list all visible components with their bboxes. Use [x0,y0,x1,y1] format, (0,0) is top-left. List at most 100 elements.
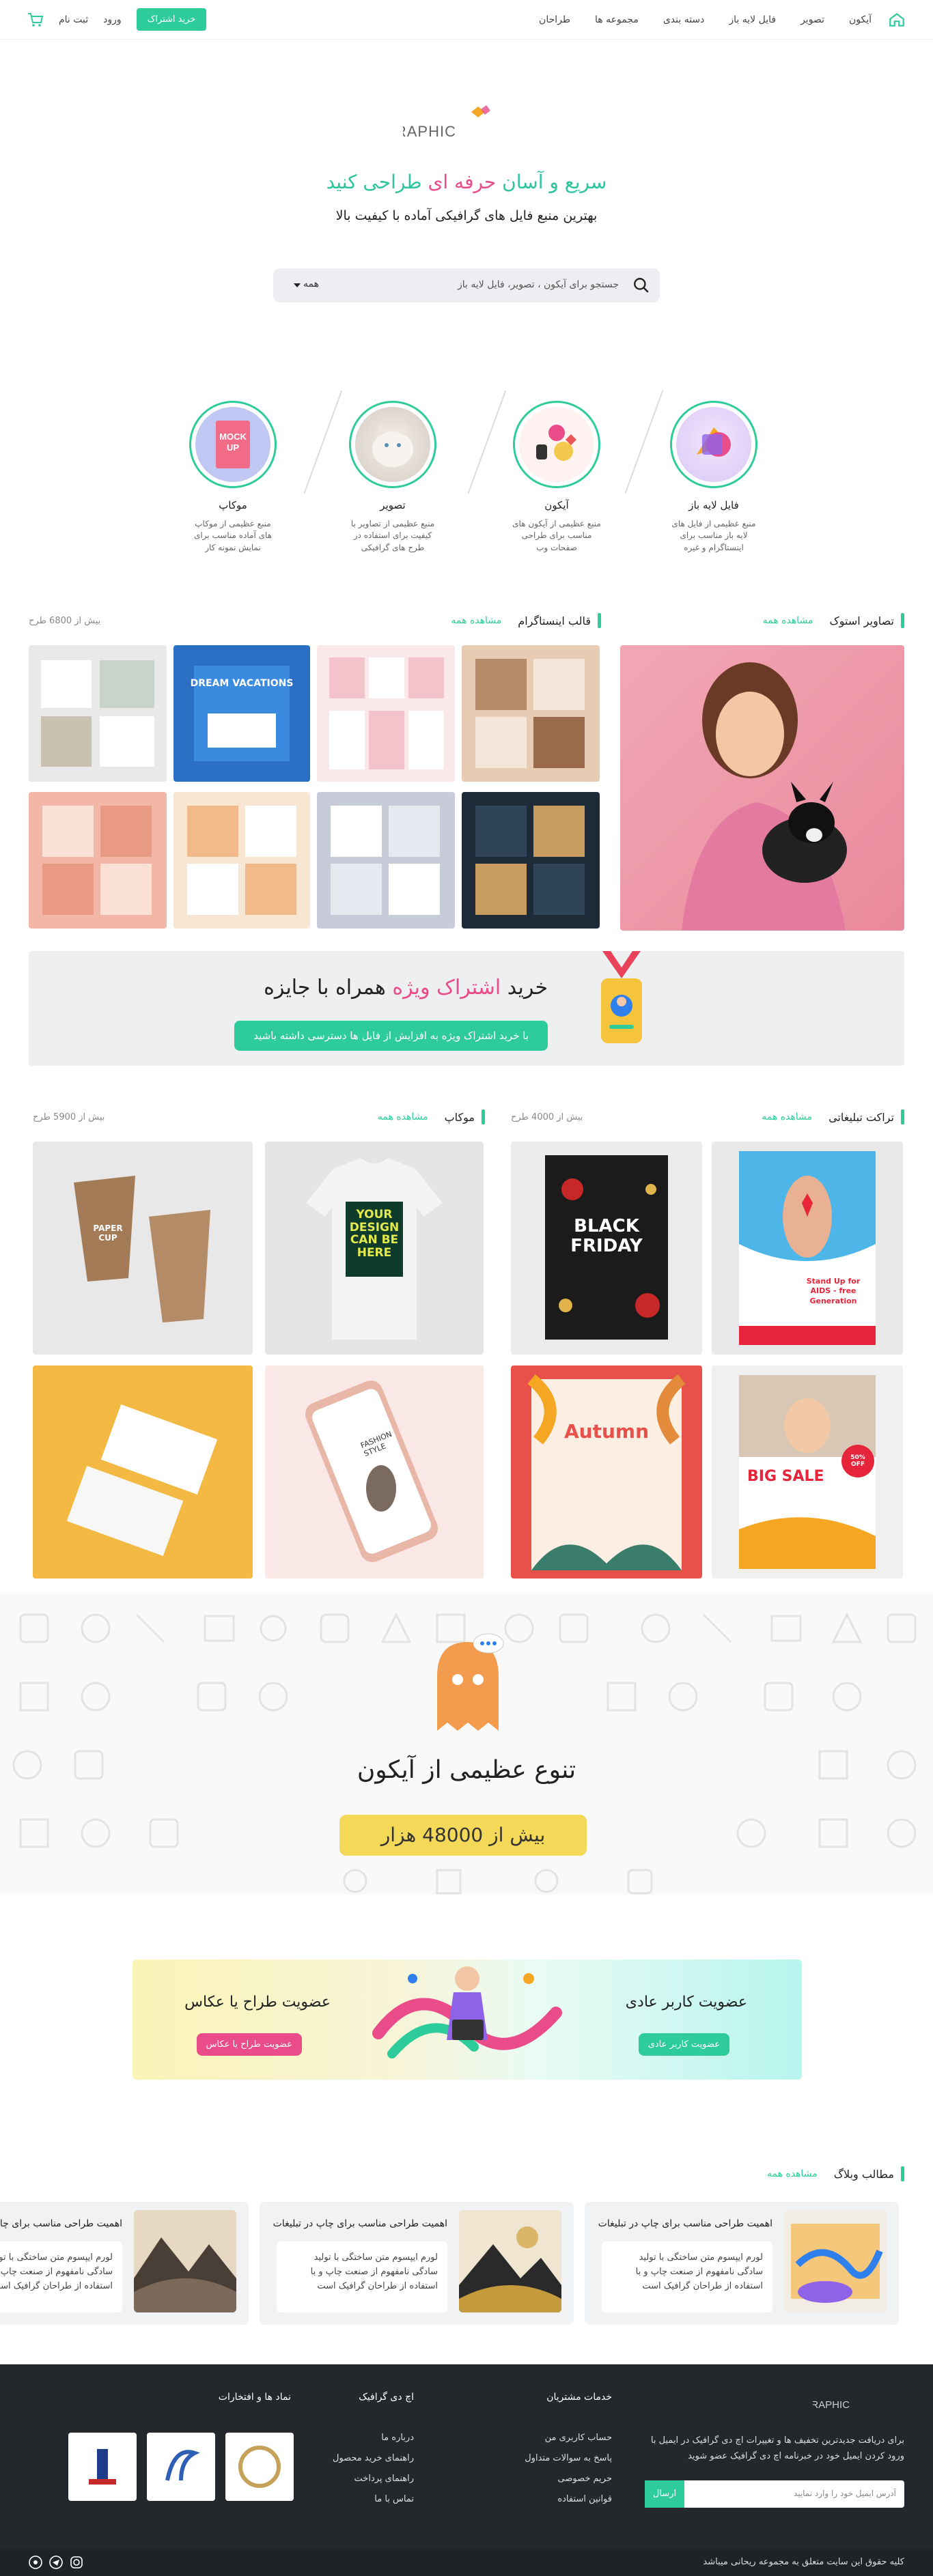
view-all-link[interactable]: مشاهده همه [767,2168,818,2179]
footer-about: برای دریافت جدیدترین تخفیف ها و تغییرات … [650,2435,904,2462]
category-desc: منبع عظیمی از تصاویر با کیفیت برای استفا… [350,519,435,552]
cart-icon[interactable] [27,12,44,27]
trust-badge[interactable] [147,2433,215,2501]
category-desc: منبع عظیمی از فایل های لایه باز مناسب بر… [671,519,756,552]
section-title: تراکت تبلیغاتی [828,1110,894,1124]
user-membership-button[interactable]: عضویت کاربر عادی [638,2033,729,2056]
insta-template-tile[interactable]: DREAM VACATIONS [173,645,310,782]
footer-link[interactable]: پاسخ به سوالات متداول [525,2453,612,2463]
footer-link[interactable]: تماس با ما [374,2494,414,2504]
nav-collections[interactable]: مجموعه ها [595,14,639,25]
trust-badge[interactable] [68,2433,137,2501]
login-link[interactable]: ورود [103,14,122,25]
main-nav: آیکون تصویر فایل لایه باز دسته بندی مجمو… [539,14,872,25]
insta-template-tile[interactable] [317,645,455,782]
flyer-tile[interactable]: BLACK FRIDAY [511,1142,702,1355]
flyer-tile[interactable]: Autumn [511,1365,702,1579]
copyright: کلیه حقوق این سایت متعلق به مجموعه ریحان… [703,2557,904,2567]
mockup-tile[interactable] [33,1365,253,1579]
blog-card[interactable]: اهمیت طراحی مناسب برای چاپ در تبلیغات لو… [0,2202,249,2325]
category-layered[interactable]: فایل لایه باز منبع عظیمی از فایل های لای… [669,401,758,554]
blog-section-header: مطالب وبلاگ مشاهده همه [767,2166,904,2181]
footer-link[interactable]: حساب کاربری من [545,2433,612,2443]
footer-bottom-bar: کلیه حقوق این سایت متعلق به مجموعه ریحان… [0,2549,933,2576]
view-all-link[interactable]: مشاهده همه [378,1112,428,1122]
template-preview [329,657,444,769]
mockup-illustration: MOCKUP [216,421,250,468]
designer-illustration [372,1966,562,2058]
svg-text:GRAPHIC: GRAPHIC [813,2399,850,2411]
mockup-tile[interactable]: FASHION STYLE [265,1365,484,1579]
footer-col-title: خدمات مشتریان [546,2392,612,2403]
insta-template-tile[interactable] [29,792,167,929]
insta-template-tile[interactable] [462,792,600,929]
search-scope-select[interactable]: همه [288,279,319,289]
footer-link[interactable]: راهنمای خرید محصول [333,2453,414,2463]
view-all-link[interactable]: مشاهده همه [763,615,813,626]
user-membership-title: عضویت کاربر عادی [625,1994,747,2011]
nav-categories[interactable]: دسته بندی [663,14,705,25]
blog-card-excerpt: لورم ایپسوم متن ساختگی با تولید سادگی نا… [277,2241,447,2312]
blog-thumbnail [459,2210,561,2312]
mockups-count: بیش از 5900 طرح [33,1112,105,1122]
flyer-text: BLACK FRIDAY [570,1216,643,1256]
insta-template-tile[interactable] [29,645,167,782]
view-all-link[interactable]: مشاهده همه [451,615,502,626]
section-title: موکاپ [444,1110,475,1124]
category-mockups[interactable]: MOCK UP موکاپ منبع عظیمی از موکاپ های آما… [189,401,277,554]
footer-col-title: اچ دی گرافیک [359,2392,414,2403]
category-photos[interactable]: تصویر منبع عظیمی از تصاویر با کیفیت برای… [348,401,437,554]
footer-col-title: نماد ها و افتخارات [218,2392,291,2403]
nav-designers[interactable]: طراحان [539,14,570,25]
designer-membership-button[interactable]: عضویت طراح یا عکاس [196,2033,302,2056]
search-input[interactable]: جستجو برای آیکون ، تصویر، فایل لایه باز [458,279,619,290]
insta-template-tile[interactable] [173,792,310,929]
footer-link[interactable]: درباره ما [381,2433,414,2443]
nav-layered[interactable]: فایل لایه باز [729,14,776,25]
flyer-tile[interactable]: BIG SALE 50% OFF [712,1365,903,1579]
flyer-badge: 50% OFF [850,1454,865,1468]
category-icons[interactable]: آیکون منبع عظیمی از آیکون های مناسب برای… [512,401,601,554]
view-all-link[interactable]: مشاهده همه [762,1112,812,1122]
insta-template-tile[interactable] [317,792,455,929]
mockup-tile[interactable]: PAPER CUP [33,1142,253,1355]
footer-link[interactable]: حریم خصوصی [557,2474,612,2484]
nav-icons[interactable]: آیکون [849,14,872,25]
mockup-tile[interactable]: YOUR DESIGN CAN BE HERE [265,1142,484,1355]
newsletter-email-input[interactable]: آدرس ایمیل خود را وارد نمایید [794,2489,896,2498]
blog-card[interactable]: اهمیت طراحی مناسب برای چاپ در تبلیغات لو… [260,2202,574,2325]
search-bar: جستجو برای آیکون ، تصویر، فایل لایه باز … [273,268,660,302]
svg-text:UP: UP [227,442,239,453]
autumn-flyer [527,1374,686,1570]
search-icon[interactable] [632,277,650,294]
banner-button[interactable]: با خرید اشتراک ویژه به افزایش از فایل ها… [234,1021,548,1051]
chevron-down-icon [294,283,301,287]
instagram-icon[interactable] [70,2556,83,2569]
icons-count-pill[interactable]: بیش از 48000 هزار [339,1815,587,1856]
medal-icon [601,951,642,1043]
category-desc: منبع عظیمی از آیکون های مناسب برای طراحی… [512,519,601,552]
template-heading: DREAM VACATIONS [190,678,294,689]
nav-photos[interactable]: تصویر [800,14,824,25]
flyer-tile[interactable]: Stand Up for AIDS - free Generation [712,1142,903,1355]
trust-badge[interactable] [225,2433,294,2501]
blog-card-title: اهمیت طراحی مناسب برای چاپ در تبلیغات [0,2218,122,2229]
section-title: مطالب وبلاگ [833,2167,894,2181]
stock-photo-tile[interactable] [620,645,904,931]
register-link[interactable]: ثبت نام [59,14,88,25]
telegram-icon[interactable] [49,2556,63,2569]
home-icon[interactable] [888,11,906,29]
newsletter-send-button[interactable]: ارسال [645,2480,684,2508]
badge-emblem-icon [238,2446,281,2488]
mockup-text: PAPER CUP [93,1223,123,1243]
flyer-text: Stand Up for AIDS - free Generation [806,1277,861,1305]
footer-link[interactable]: قوانین استفاده [557,2494,612,2504]
flyer-text: BIG SALE [747,1468,824,1485]
insta-template-tile[interactable] [462,645,600,782]
blog-card[interactable]: اهمیت طراحی مناسب برای چاپ در تبلیغات لو… [585,2202,899,2325]
footer-link[interactable]: راهنمای پرداخت [354,2474,414,2484]
subscribe-button[interactable]: خرید اشتراک [136,8,207,31]
whatsapp-icon[interactable] [29,2556,42,2569]
enamad-icon [165,2450,200,2481]
icons-heading: تنوع عظیمی از آیکون [357,1756,576,1784]
